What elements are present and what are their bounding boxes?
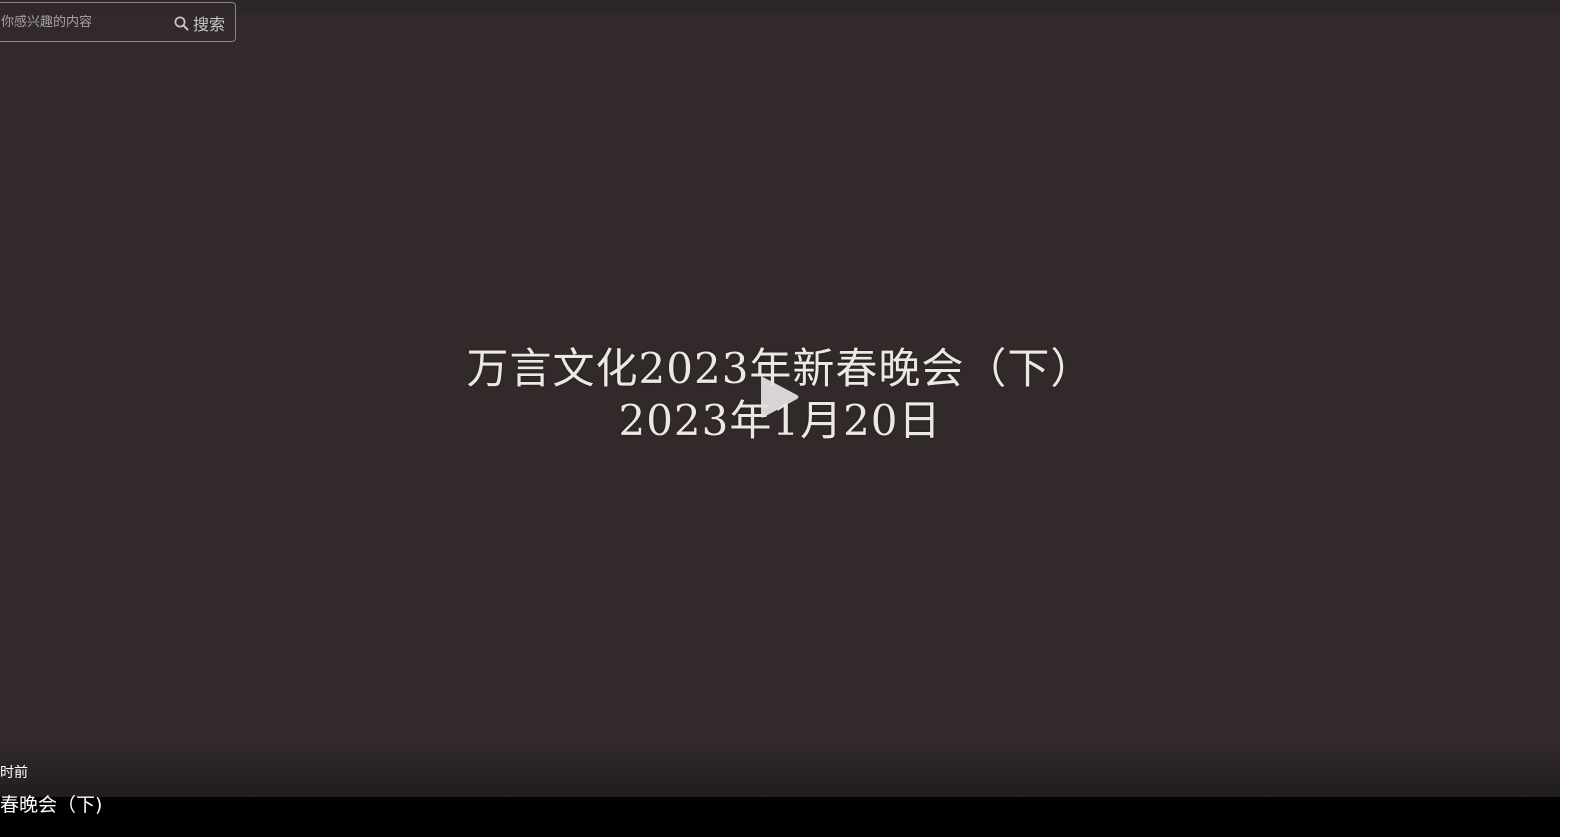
video-caption[interactable]: 春晚会（下) xyxy=(0,794,102,816)
bottom-gradient xyxy=(0,740,1560,797)
right-gutter xyxy=(1560,0,1580,837)
play-icon xyxy=(761,376,799,418)
video-player[interactable]: 搜索 万言文化2023年新春晚会（下） 2023年1月20日 时前 xyxy=(0,0,1560,837)
search-button[interactable]: 搜索 xyxy=(174,10,225,36)
time-ago-label: 时前 xyxy=(0,765,28,781)
play-button[interactable] xyxy=(757,371,803,423)
search-box: 搜索 xyxy=(0,2,236,42)
search-icon xyxy=(174,16,189,31)
caption-bar xyxy=(0,797,1560,837)
search-input[interactable] xyxy=(1,3,161,41)
search-button-label: 搜索 xyxy=(193,15,226,34)
